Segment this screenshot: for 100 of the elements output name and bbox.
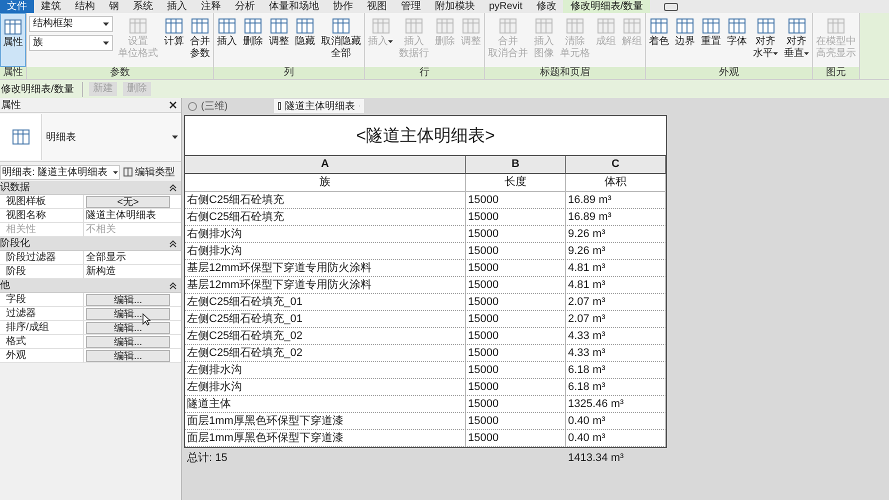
menu-tab[interactable]: 建筑 <box>34 0 68 13</box>
grid-icon <box>756 16 776 36</box>
menu-tab[interactable]: 修改 <box>529 0 564 13</box>
table-cell: 左侧C25细石砼填充_01 <box>185 294 466 310</box>
edit-button[interactable]: 编辑... <box>86 336 170 348</box>
menu-tab[interactable]: 结构 <box>68 0 102 13</box>
table-cell: 15000 <box>466 260 566 276</box>
edit-button[interactable]: 编辑... <box>86 322 170 334</box>
table-cell: 左侧排水沟 <box>185 362 466 378</box>
table-cell: 6.18 m³ <box>566 362 666 378</box>
grid-icon <box>295 16 315 36</box>
ribbon-button[interactable]: 调整 <box>266 13 292 48</box>
group-label: 参数 <box>27 67 213 79</box>
grid-icon <box>596 16 616 36</box>
table-cell: 0.40 m³ <box>566 430 666 446</box>
ribbon-button[interactable]: 取消隐藏 全部 <box>318 13 364 60</box>
ribbon-button[interactable]: 字体 <box>724 13 750 48</box>
menu-tab[interactable]: 注释 <box>194 0 228 13</box>
column-header: 体积 <box>566 174 666 191</box>
grid-icon <box>826 16 846 36</box>
dropdown[interactable]: 结构框架 <box>29 16 113 32</box>
quick-access-icon[interactable] <box>664 2 678 10</box>
ribbon-button[interactable]: 着色 <box>646 13 672 48</box>
ribbon-button[interactable]: 重置 <box>698 13 724 48</box>
grid-icon <box>622 16 642 36</box>
grid-icon <box>404 16 424 36</box>
column-letter[interactable]: C <box>566 156 666 173</box>
ribbon-button[interactable]: 合并 参数 <box>187 13 213 60</box>
ribbon-button[interactable]: 插入 <box>214 13 240 48</box>
ribbon-button[interactable]: 对齐 垂直 <box>781 13 812 60</box>
group-label: 图元 <box>813 67 859 79</box>
edit-type-button[interactable]: 编辑类型 <box>123 164 175 180</box>
column-letter[interactable]: A <box>185 156 466 173</box>
grid-icon <box>649 16 669 36</box>
grid-icon <box>370 16 390 36</box>
grid-icon <box>331 16 351 36</box>
menu-tab[interactable]: 系统 <box>126 0 160 13</box>
menu-tab[interactable]: pyRevit <box>482 0 530 13</box>
table-cell: 面层1mm厚黑色环保型下穿道漆 <box>185 430 466 446</box>
menu-tab[interactable]: 修改明细表/数量 <box>563 0 650 13</box>
table-cell: 9.26 m³ <box>566 226 666 242</box>
table-cell: 15000 <box>466 328 566 344</box>
document-tab[interactable]: (三维) <box>184 99 274 113</box>
menu-tab[interactable]: 文件 <box>0 0 34 13</box>
grid-icon <box>217 16 237 36</box>
grid-icon <box>727 16 747 36</box>
edit-button[interactable]: 编辑... <box>86 308 170 320</box>
type-selector[interactable]: 明细表 <box>0 112 181 162</box>
group-label: 列 <box>214 67 364 79</box>
grid-icon <box>190 16 210 36</box>
ribbon-button[interactable]: 隐藏 <box>292 13 318 48</box>
ribbon-button[interactable]: 边界 <box>672 13 698 48</box>
ribbon-button[interactable]: 删除 <box>240 13 266 48</box>
table-cell: 6.18 m³ <box>566 379 666 395</box>
table-cell: 15000 <box>466 379 566 395</box>
type-icon <box>123 167 133 177</box>
collapse-icon[interactable] <box>169 184 177 192</box>
menu-tab[interactable]: 体量和场地 <box>262 0 326 13</box>
grid-icon <box>534 16 554 36</box>
ribbon-button[interactable]: 对齐 水平 <box>750 13 781 60</box>
menu-tab[interactable]: 插入 <box>160 0 194 13</box>
table-cell: 左侧C25细石砼填充_02 <box>185 328 466 344</box>
column-letter[interactable]: B <box>466 156 566 173</box>
collapse-icon[interactable] <box>169 282 177 290</box>
grid-icon <box>786 16 806 36</box>
grid-icon <box>243 16 263 36</box>
document-tab[interactable]: 隧道主体明细表 <box>274 99 364 113</box>
table-cell: 右侧排水沟 <box>185 226 466 242</box>
table-cell: 0.40 m³ <box>566 413 666 429</box>
table-cell: 2.07 m³ <box>566 294 666 310</box>
properties-button[interactable]: 属性 <box>0 13 26 67</box>
group-label: 行 <box>365 67 484 79</box>
grid-icon <box>701 16 721 36</box>
edit-button[interactable]: 编辑... <box>86 294 170 306</box>
menu-tab[interactable]: 钢 <box>102 0 126 13</box>
edit-button[interactable]: <无> <box>86 196 170 208</box>
property-value: 不相关 <box>85 223 117 237</box>
property-value: 隧道主体明细表 <box>85 209 157 223</box>
table-cell: 15000 <box>466 396 566 412</box>
edit-button[interactable]: 编辑... <box>86 350 170 362</box>
panel-title: 属性 <box>1 98 21 112</box>
section-header: 阶段化 <box>0 237 30 251</box>
menu-tab[interactable]: 管理 <box>394 0 428 13</box>
dropdown[interactable]: 族 <box>29 35 113 51</box>
caret-icon <box>103 40 109 46</box>
menu-tab[interactable]: 分析 <box>228 0 262 13</box>
menu-tab[interactable]: 协作 <box>326 0 360 13</box>
menu-tab[interactable]: 附加模块 <box>428 0 482 13</box>
table-cell: 15000 <box>466 226 566 242</box>
grid-icon <box>435 16 455 36</box>
table-cell: 4.81 m³ <box>566 277 666 293</box>
property-value: 全部显示 <box>85 251 127 265</box>
table-cell: 15000 <box>466 362 566 378</box>
grid-icon <box>164 16 184 36</box>
menu-tab[interactable]: 视图 <box>360 0 394 13</box>
table-cell: 15000 <box>466 311 566 327</box>
grid-icon <box>269 16 289 36</box>
ribbon-button[interactable]: 计算 <box>161 13 187 48</box>
instance-dropdown[interactable]: 明细表: 隧道主体明细表 <box>0 164 120 180</box>
collapse-icon[interactable] <box>169 240 177 248</box>
